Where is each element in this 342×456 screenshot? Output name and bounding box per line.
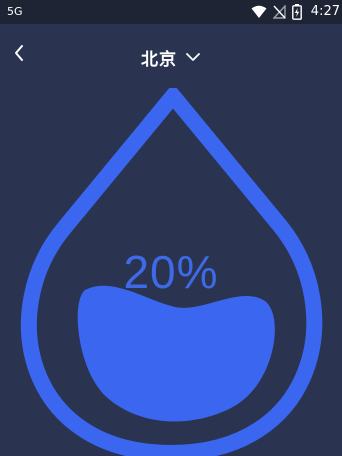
battery-charging-icon — [292, 4, 302, 20]
no-sim-icon — [273, 5, 286, 19]
status-icons — [251, 4, 302, 20]
humidity-gauge: 20% — [0, 88, 342, 456]
network-type: 5G — [7, 5, 23, 18]
chevron-left-icon — [13, 44, 25, 67]
status-bar: 5G 4:27 — [0, 0, 342, 24]
header: 北京 — [0, 24, 342, 88]
water-fill — [77, 285, 275, 422]
humidity-screen: 5G 4:27 北京 20% — [0, 0, 342, 456]
city-selector[interactable]: 北京 — [141, 45, 201, 70]
chevron-down-icon — [185, 49, 201, 67]
humidity-value: 20% — [123, 246, 219, 298]
clock: 4:27 — [310, 4, 340, 19]
back-button[interactable] — [6, 42, 32, 68]
wifi-icon — [251, 5, 267, 19]
city-name: 北京 — [141, 50, 177, 70]
